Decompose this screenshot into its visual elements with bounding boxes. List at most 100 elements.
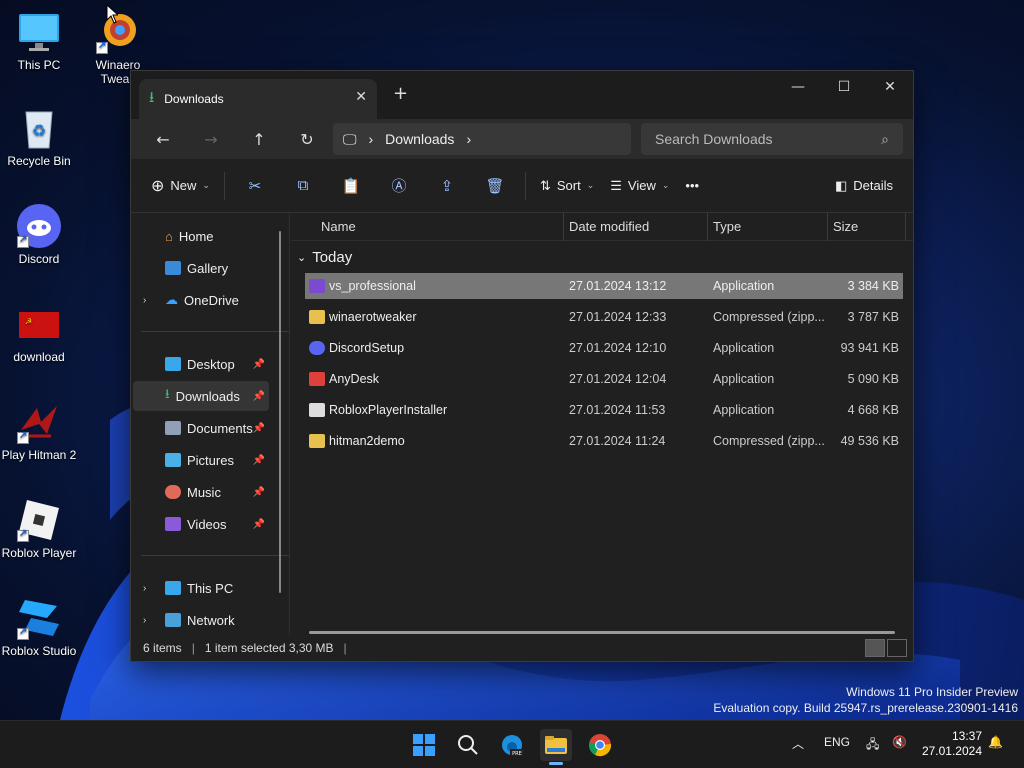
breadcrumb-separator-icon[interactable]: › <box>369 131 374 147</box>
copy-button[interactable]: ⧉ <box>279 170 327 202</box>
table-row[interactable]: RobloxPlayerInstaller 27.01.2024 11:53 A… <box>305 397 903 423</box>
start-button[interactable] <box>408 729 440 761</box>
show-hidden-icons-button[interactable]: ︿ <box>792 735 804 752</box>
nav-item-downloads[interactable]: ⭳ Downloads 📌 <box>133 381 269 411</box>
breadcrumb-downloads[interactable]: Downloads <box>385 131 454 147</box>
input-language-indicator[interactable]: ENG <box>824 735 850 749</box>
table-row[interactable]: vs_professional 27.01.2024 13:12 Applica… <box>305 273 903 299</box>
home-icon: ⌂ <box>165 228 173 244</box>
column-divider[interactable] <box>905 213 906 241</box>
visual-studio-icon <box>309 279 325 293</box>
desktop-icon-hitman[interactable]: Play Hitman 2 <box>0 400 78 462</box>
computer-icon: 🖵 <box>343 130 357 147</box>
nav-item-home[interactable]: ⌂ Home <box>133 221 269 251</box>
chevron-up-icon: ︿ <box>792 737 805 751</box>
taskbar: PRE ︿ ENG 🖧 🔇 13:37 27.01.2024 🔔 <box>0 720 1024 768</box>
tab-downloads[interactable]: ⭳ Downloads ✕ <box>139 79 377 119</box>
tab-close-icon[interactable]: ✕ <box>355 89 367 105</box>
navigation-bar: ← → ↑ ↻ 🖵 › Downloads › Search Downloads… <box>131 119 913 159</box>
refresh-button[interactable]: ↻ <box>283 123 331 155</box>
desktop-icon-discord[interactable]: Discord <box>0 204 78 266</box>
breadcrumb-chevron-icon[interactable]: › <box>466 131 471 147</box>
divider: | <box>343 641 347 655</box>
pane-splitter[interactable] <box>289 213 290 635</box>
column-size[interactable]: Size <box>833 219 858 234</box>
nav-item-music[interactable]: Music 📌 <box>133 477 269 507</box>
minimize-button[interactable]: — <box>775 71 821 103</box>
nav-item-pictures[interactable]: Pictures 📌 <box>133 445 269 475</box>
pictures-icon <box>165 453 181 467</box>
desktop-icon-roblox-studio[interactable]: Roblox Studio <box>0 596 78 658</box>
divider: | <box>191 641 195 655</box>
desktop-icon-download[interactable]: ☭ download <box>0 302 78 364</box>
sort-button[interactable]: ⇅ Sort ⌄ <box>532 170 602 202</box>
download-icon: ⭳ <box>165 386 170 401</box>
up-button[interactable]: ↑ <box>235 123 283 155</box>
cut-button[interactable]: ✂ <box>231 170 279 202</box>
column-type[interactable]: Type <box>713 219 741 234</box>
new-button[interactable]: ⊕ New ⌄ <box>143 170 218 202</box>
table-row[interactable]: winaerotweaker 27.01.2024 12:33 Compress… <box>305 304 903 330</box>
maximize-button[interactable]: ☐ <box>821 71 867 103</box>
table-row[interactable]: AnyDesk 27.01.2024 12:04 Application 5 0… <box>305 366 903 392</box>
edge-preview-button[interactable]: PRE <box>496 729 528 761</box>
file-explorer-button[interactable] <box>540 729 572 765</box>
column-divider[interactable] <box>707 213 708 241</box>
search-icon: ⌕ <box>881 130 889 147</box>
column-divider[interactable] <box>827 213 828 241</box>
search-input[interactable]: Search Downloads ⌕ <box>641 123 903 155</box>
flag-icon: ☭ <box>17 302 61 346</box>
nav-item-onedrive[interactable]: › ☁ OneDrive <box>133 285 269 315</box>
network-status-button[interactable]: 🖧 <box>866 735 879 756</box>
nav-scrollbar[interactable] <box>279 231 281 593</box>
share-button[interactable]: ⇪ <box>423 170 471 202</box>
chevron-right-icon[interactable]: › <box>143 583 146 594</box>
music-icon <box>165 485 181 499</box>
table-row[interactable]: hitman2demo 27.01.2024 11:24 Compressed … <box>305 428 903 454</box>
chrome-button[interactable] <box>584 729 616 761</box>
back-button[interactable]: ← <box>139 123 187 155</box>
horizontal-scrollbar[interactable] <box>309 631 895 634</box>
volume-button[interactable]: 🔇 <box>892 735 907 749</box>
column-divider[interactable] <box>563 213 564 241</box>
table-row[interactable]: DiscordSetup 27.01.2024 12:10 Applicatio… <box>305 335 903 361</box>
navigation-pane: ⌂ Home Gallery › ☁ OneDrive Desktop 📌 ⭳ … <box>131 213 289 635</box>
rename-button[interactable]: Ⓐ <box>375 170 423 202</box>
chevron-right-icon[interactable]: › <box>143 615 146 626</box>
close-button[interactable]: ✕ <box>867 71 913 103</box>
delete-button[interactable]: 🗑 <box>471 170 519 202</box>
details-view-button[interactable] <box>865 639 885 657</box>
forward-button[interactable]: → <box>187 123 235 155</box>
address-bar[interactable]: 🖵 › Downloads › <box>333 123 631 155</box>
view-button[interactable]: ☰ View ⌄ <box>602 170 677 202</box>
group-header-today[interactable]: ⌄ Today <box>297 249 352 266</box>
nav-item-desktop[interactable]: Desktop 📌 <box>133 349 269 379</box>
paste-button[interactable]: 📋 <box>327 170 375 202</box>
more-options-button[interactable]: ••• <box>677 170 707 202</box>
notifications-button[interactable]: 🔔 <box>988 735 1003 749</box>
tiles-view-button[interactable] <box>887 639 907 657</box>
new-tab-button[interactable]: + <box>393 83 408 104</box>
nav-item-this-pc[interactable]: › This PC <box>133 573 269 603</box>
column-date[interactable]: Date modified <box>569 219 649 234</box>
search-button[interactable] <box>452 729 484 761</box>
svg-text:PRE: PRE <box>512 751 522 757</box>
status-bar: 6 items | 1 item selected 3,30 MB | <box>131 635 913 661</box>
column-header: Name Date modified Type Size <box>291 213 913 241</box>
bell-icon: 🔔 <box>988 735 1003 749</box>
column-name[interactable]: Name <box>321 219 356 234</box>
zip-folder-icon <box>309 310 325 324</box>
item-count: 6 items <box>143 641 182 655</box>
divider <box>141 331 289 332</box>
details-button[interactable]: ◧ Details <box>827 170 901 202</box>
nav-item-videos[interactable]: Videos 📌 <box>133 509 269 539</box>
title-bar: ⭳ Downloads ✕ + — ☐ ✕ <box>131 71 913 119</box>
desktop-icon-recycle-bin[interactable]: ♻ Recycle Bin <box>0 106 78 168</box>
nav-item-network[interactable]: › Network <box>133 605 269 635</box>
nav-item-gallery[interactable]: Gallery <box>133 253 269 283</box>
chevron-right-icon[interactable]: › <box>143 295 146 306</box>
nav-item-documents[interactable]: Documents 📌 <box>133 413 269 443</box>
system-clock[interactable]: 13:37 27.01.2024 <box>922 729 982 759</box>
desktop-icon-this-pc[interactable]: This PC <box>0 10 78 72</box>
desktop-icon-roblox-player[interactable]: Roblox Player <box>0 498 78 560</box>
